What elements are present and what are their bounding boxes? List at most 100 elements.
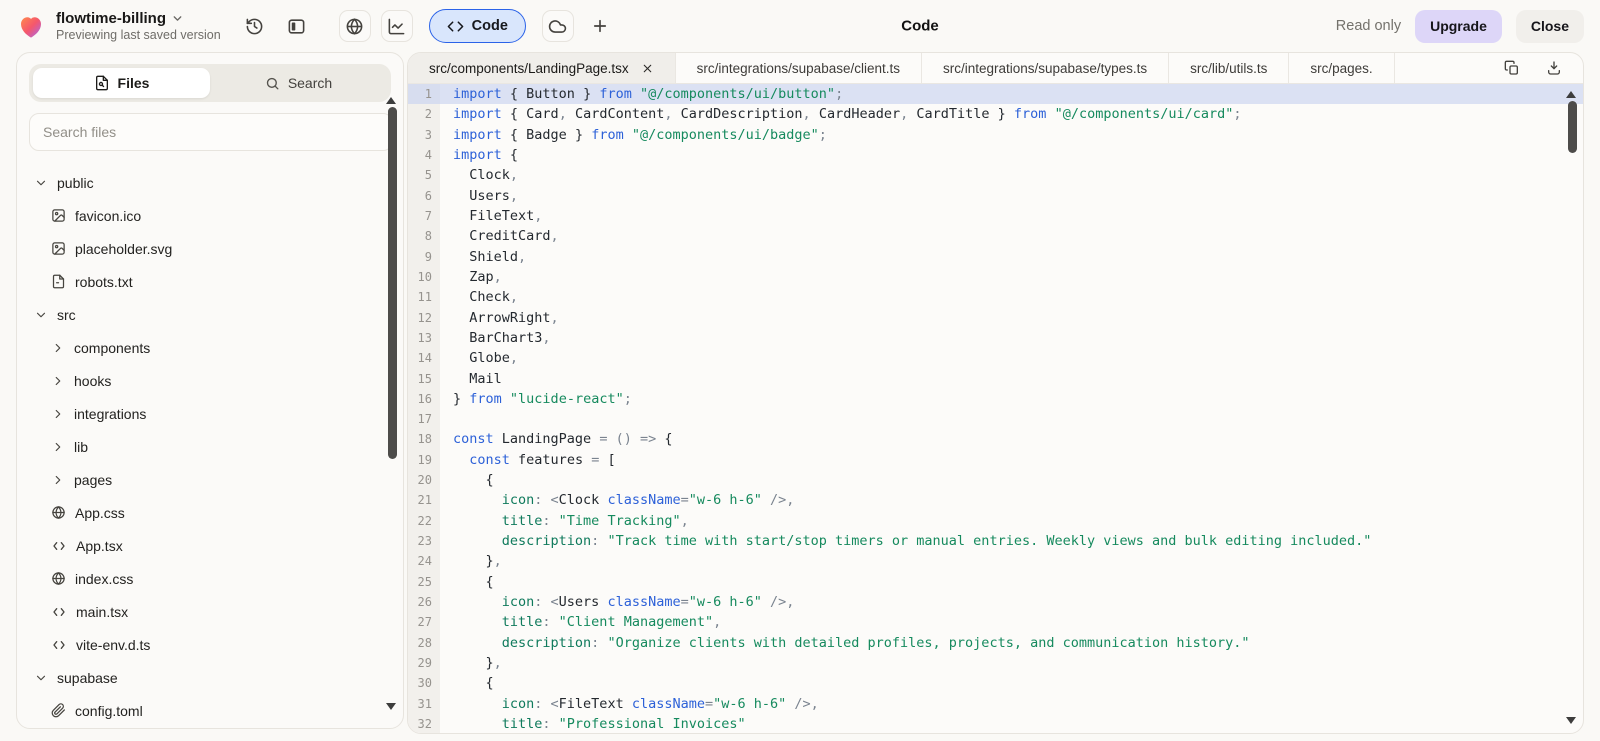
tab-files[interactable]: Files	[33, 68, 210, 98]
sidebar-scrollbar-thumb[interactable]	[388, 107, 397, 459]
image-icon	[51, 208, 66, 223]
code-line-8[interactable]: 8 CreditCard,	[408, 226, 1583, 246]
line-number: 12	[408, 307, 440, 327]
search-files-input[interactable]	[29, 113, 393, 151]
tree-item-vite-env-d-ts[interactable]: vite-env.d.ts	[17, 628, 403, 661]
tab-search[interactable]: Search	[210, 68, 387, 98]
code-line-3[interactable]: 3import { Badge } from "@/components/ui/…	[408, 125, 1583, 145]
editor-scrollbar-thumb[interactable]	[1568, 101, 1577, 153]
add-button[interactable]	[584, 10, 616, 42]
download-button[interactable]	[1543, 57, 1565, 79]
tree-item-lib[interactable]: lib	[17, 430, 403, 463]
tree-item-app-tsx[interactable]: App.tsx	[17, 529, 403, 562]
tree-item-main-tsx[interactable]: main.tsx	[17, 595, 403, 628]
download-icon	[1546, 60, 1562, 76]
project-name-menu[interactable]: flowtime-billing	[56, 10, 221, 28]
tab-src-integrations-supabase-client-ts[interactable]: src/integrations/supabase/client.ts	[676, 53, 922, 83]
tree-item-pages[interactable]: pages	[17, 463, 403, 496]
code-text: CreditCard,	[440, 228, 559, 244]
code-line-19[interactable]: 19 const features = [	[408, 450, 1583, 470]
scroll-down-arrow[interactable]	[386, 703, 396, 710]
code-line-18[interactable]: 18const LandingPage = () => {	[408, 429, 1583, 449]
code-line-1[interactable]: 1import { Button } from "@/components/ui…	[408, 84, 1583, 104]
line-number: 9	[408, 247, 440, 267]
code-line-30[interactable]: 30 {	[408, 673, 1583, 693]
code-line-17[interactable]: 17	[408, 409, 1583, 429]
code-text: {	[440, 472, 494, 488]
preview-button[interactable]	[339, 10, 371, 42]
upgrade-button[interactable]: Upgrade	[1415, 10, 1502, 43]
code-editor[interactable]: 1import { Button } from "@/components/ui…	[408, 84, 1583, 733]
code-line-23[interactable]: 23 description: "Track time with start/s…	[408, 531, 1583, 551]
history-icon	[245, 17, 264, 36]
code-line-12[interactable]: 12 ArrowRight,	[408, 307, 1583, 327]
code-line-26[interactable]: 26 icon: <Users className="w-6 h-6" />,	[408, 592, 1583, 612]
code-line-32[interactable]: 32 title: "Professional Invoices"	[408, 714, 1583, 733]
code-line-14[interactable]: 14 Globe,	[408, 348, 1583, 368]
code-text: import { Card, CardContent, CardDescript…	[440, 106, 1242, 122]
tree-item-public[interactable]: public	[17, 166, 403, 199]
analytics-button[interactable]	[381, 10, 413, 42]
tab-src-integrations-supabase-types-ts[interactable]: src/integrations/supabase/types.ts	[922, 53, 1169, 83]
code-line-28[interactable]: 28 description: "Organize clients with d…	[408, 632, 1583, 652]
code-line-27[interactable]: 27 title: "Client Management",	[408, 612, 1583, 632]
close-icon[interactable]	[641, 62, 654, 75]
code-line-5[interactable]: 5 Clock,	[408, 165, 1583, 185]
tree-item-index-css[interactable]: index.css	[17, 562, 403, 595]
close-button[interactable]: Close	[1516, 10, 1584, 43]
code-view-label: Code	[472, 18, 508, 34]
copy-button[interactable]	[1501, 57, 1523, 79]
panel-toggle-button[interactable]	[281, 10, 313, 42]
tree-item-integrations[interactable]: integrations	[17, 397, 403, 430]
code-line-31[interactable]: 31 icon: <FileText className="w-6 h-6" /…	[408, 693, 1583, 713]
code-text: ArrowRight,	[440, 310, 559, 326]
code-line-6[interactable]: 6 Users,	[408, 186, 1583, 206]
code-line-22[interactable]: 22 title: "Time Tracking",	[408, 511, 1583, 531]
code-line-16[interactable]: 16} from "lucide-react";	[408, 389, 1583, 409]
code-icon	[51, 604, 67, 620]
tree-item-favicon-ico[interactable]: favicon.ico	[17, 199, 403, 232]
code-view-button[interactable]: Code	[429, 9, 526, 43]
tree-item-components[interactable]: components	[17, 331, 403, 364]
paperclip-icon	[51, 703, 66, 718]
code-line-2[interactable]: 2import { Card, CardContent, CardDescrip…	[408, 104, 1583, 124]
code-line-9[interactable]: 9 Shield,	[408, 247, 1583, 267]
tree-item-hooks[interactable]: hooks	[17, 364, 403, 397]
scroll-down-arrow[interactable]	[1566, 717, 1576, 724]
tab-src-pages[interactable]: src/pages.	[1289, 53, 1394, 83]
cloud-icon	[548, 17, 567, 36]
scroll-up-arrow[interactable]	[1566, 91, 1576, 98]
tree-item-src[interactable]: src	[17, 298, 403, 331]
tree-item-supabase[interactable]: supabase	[17, 661, 403, 694]
line-number: 25	[408, 572, 440, 592]
tree-item-label: supabase	[57, 670, 118, 686]
line-number: 24	[408, 551, 440, 571]
tab-src-lib-utils-ts[interactable]: src/lib/utils.ts	[1169, 53, 1289, 83]
code-line-25[interactable]: 25 {	[408, 572, 1583, 592]
tree-item-label: App.css	[75, 505, 125, 521]
tab-files-label: Files	[118, 75, 150, 91]
code-line-15[interactable]: 15 Mail	[408, 368, 1583, 388]
copy-icon	[1504, 60, 1520, 76]
code-text: import { Button } from "@/components/ui/…	[440, 86, 843, 102]
cloud-button[interactable]	[542, 10, 574, 42]
tree-item-app-css[interactable]: App.css	[17, 496, 403, 529]
code-line-4[interactable]: 4import {	[408, 145, 1583, 165]
code-text: FileText,	[440, 208, 542, 224]
code-line-11[interactable]: 11 Check,	[408, 287, 1583, 307]
code-line-10[interactable]: 10 Zap,	[408, 267, 1583, 287]
code-line-24[interactable]: 24 },	[408, 551, 1583, 571]
app-logo[interactable]	[16, 11, 46, 41]
history-button[interactable]	[239, 10, 271, 42]
code-line-29[interactable]: 29 },	[408, 653, 1583, 673]
line-number: 27	[408, 612, 440, 632]
code-line-7[interactable]: 7 FileText,	[408, 206, 1583, 226]
code-line-20[interactable]: 20 {	[408, 470, 1583, 490]
tree-item-robots-txt[interactable]: robots.txt	[17, 265, 403, 298]
scroll-up-arrow[interactable]	[386, 97, 396, 104]
tab-src-components-landingpage-tsx[interactable]: src/components/LandingPage.tsx	[408, 53, 676, 83]
code-line-13[interactable]: 13 BarChart3,	[408, 328, 1583, 348]
tree-item-placeholder-svg[interactable]: placeholder.svg	[17, 232, 403, 265]
code-line-21[interactable]: 21 icon: <Clock className="w-6 h-6" />,	[408, 490, 1583, 510]
tree-item-config-toml[interactable]: config.toml	[17, 694, 403, 727]
